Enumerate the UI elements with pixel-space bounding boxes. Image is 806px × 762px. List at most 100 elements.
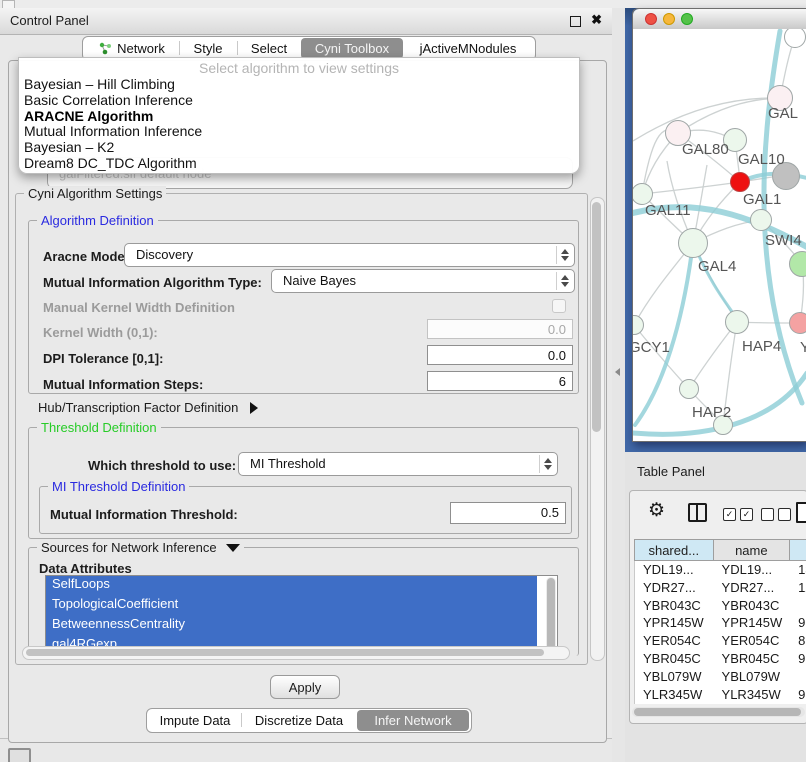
dropdown-item-selected[interactable]: ARACNE Algorithm [19, 108, 579, 124]
hub-definition-expander[interactable]: Hub/Transcription Factor Definition [38, 400, 258, 415]
close-window-icon[interactable] [645, 13, 657, 25]
manual-kernel-label: Manual Kernel Width Definition [43, 300, 235, 315]
top-strip [0, 0, 806, 8]
which-threshold-select[interactable]: MI Threshold [238, 452, 558, 476]
tab-select[interactable]: Select [237, 38, 301, 59]
network-node[interactable] [678, 228, 708, 258]
table-row[interactable]: YDR27...YDR27...12 [635, 579, 806, 597]
tab-cyni-toolbox[interactable]: Cyni Toolbox [301, 38, 403, 59]
sources-title: Sources for Network Inference [41, 540, 217, 555]
sources-group: Sources for Network Inference Data Attri… [28, 547, 579, 656]
aracne-mode-select[interactable]: Discovery [124, 243, 575, 267]
apply-button[interactable]: Apply [270, 675, 340, 699]
mi-threshold-group: MI Threshold Definition Mutual Informati… [39, 486, 572, 534]
kernel-width-field[interactable]: 0.0 [427, 319, 573, 339]
node-label: GAL1 [743, 191, 781, 208]
table-header-row: shared... name [634, 539, 806, 561]
divider-collapse-arrow-icon[interactable] [615, 368, 620, 376]
list-item[interactable]: TopologicalCoefficient [46, 596, 537, 616]
collapse-down-arrow-icon [226, 544, 240, 552]
dropdown-item[interactable]: Bayesian – K2 [19, 139, 579, 155]
tab-style[interactable]: Style [179, 38, 237, 59]
select-all-checkboxes-icon[interactable]: ✓✓ [723, 508, 753, 521]
which-threshold-label: Which threshold to use: [88, 458, 236, 473]
desktop-area: GAL GAL80 GAL10 GAL1 GAL11 GAL4 SWI4 GCY… [612, 8, 806, 762]
column-header-name[interactable]: name [714, 540, 791, 560]
list-vertical-scrollbar[interactable] [546, 577, 556, 655]
dpi-tolerance-field[interactable]: 0.0 [427, 345, 573, 365]
dropdown-placeholder: Select algorithm to view settings [19, 58, 579, 76]
mi-threshold-field[interactable]: 0.5 [450, 502, 566, 524]
data-attributes-label: Data Attributes [39, 561, 132, 576]
table-row[interactable]: YDL19...YDL19...13 [635, 561, 806, 579]
mi-type-value: Naive Bayes [283, 273, 356, 288]
spinner-arrows-icon [556, 272, 572, 290]
minimized-panel-icon[interactable] [8, 748, 31, 762]
threshold-definition-group: Threshold Definition Which threshold to … [28, 427, 579, 539]
dropdown-item[interactable]: Bayesian – Hill Climbing [19, 76, 579, 92]
settings-vertical-scrollbar[interactable] [590, 197, 605, 661]
mi-type-label: Mutual Information Algorithm Type: [43, 275, 262, 290]
network-node[interactable] [789, 312, 806, 334]
network-window-titlebar[interactable] [633, 9, 806, 30]
table-panel-area: Table Panel ⚙ ✓✓ shared... name [625, 452, 806, 762]
sources-collapse-toggle[interactable]: Sources for Network Inference [37, 540, 244, 555]
tab-jactivemnodules-label: jActiveMNodules [420, 41, 517, 56]
node-label: Y [800, 339, 806, 356]
tab-infer-network[interactable]: Infer Network [357, 710, 469, 731]
dpi-tolerance-label: DPI Tolerance [0,1]: [43, 351, 163, 366]
dropdown-item[interactable]: Dream8 DC_TDC Algorithm [19, 155, 579, 171]
column-header-shared[interactable]: shared... [635, 540, 714, 560]
tab-discretize-data-label: Discretize Data [255, 713, 343, 728]
table-row[interactable]: YER054CYER054C8. [635, 632, 806, 650]
dropdown-item[interactable]: Mutual Information Inference [19, 123, 579, 139]
tab-select-label: Select [251, 41, 287, 56]
tab-impute-data[interactable]: Impute Data [149, 710, 241, 731]
tab-network[interactable]: Network [85, 38, 179, 59]
mi-steps-field[interactable]: 6 [427, 371, 573, 391]
aracne-mode-label: Aracne Mode: [43, 249, 129, 264]
mi-threshold-group-title: MI Threshold Definition [48, 479, 189, 494]
tab-discretize-data[interactable]: Discretize Data [241, 710, 357, 731]
tab-style-label: Style [194, 41, 223, 56]
document-icon[interactable] [796, 502, 806, 523]
network-node[interactable] [725, 310, 749, 334]
columns-icon[interactable] [688, 503, 707, 522]
table-row[interactable]: YPR145WYPR145W9. [635, 614, 806, 632]
table-row[interactable]: YBL079WYBL079W [635, 668, 806, 686]
gear-icon[interactable]: ⚙ [648, 499, 665, 522]
list-item[interactable]: SelfLoops [46, 576, 537, 596]
close-panel-icon[interactable]: ✖ [591, 12, 602, 28]
float-panel-icon[interactable] [570, 16, 581, 27]
network-node[interactable] [750, 209, 772, 231]
network-node[interactable] [679, 379, 699, 399]
top-left-tab-sliver [2, 0, 15, 8]
list-item[interactable]: BetweennessCentrality [46, 616, 537, 636]
node-label: GAL4 [698, 258, 736, 275]
node-label: GCY1 [633, 339, 670, 356]
network-canvas[interactable]: GAL GAL80 GAL10 GAL1 GAL11 GAL4 SWI4 GCY… [633, 29, 806, 441]
table-body[interactable]: YDL19...YDL19...13 YDR27...YDR27...12 YB… [634, 561, 806, 704]
table-row[interactable]: YBR043CYBR043C [635, 597, 806, 615]
zoom-window-icon[interactable] [681, 13, 693, 25]
algorithm-dropdown-menu: Select algorithm to view settings Bayesi… [18, 57, 580, 174]
node-label: GAL10 [738, 151, 785, 168]
tab-network-label: Network [117, 41, 165, 56]
minimize-window-icon[interactable] [663, 13, 675, 25]
table-row[interactable]: YLR345WYLR345W9. [635, 686, 806, 704]
mi-type-select[interactable]: Naive Bayes [271, 269, 575, 293]
deselect-all-checkboxes-icon[interactable] [761, 508, 791, 521]
threshold-definition-title: Threshold Definition [37, 420, 161, 435]
table-panel-title: Table Panel [637, 464, 705, 479]
split-divider[interactable] [612, 8, 625, 762]
settings-horizontal-scrollbar[interactable] [22, 646, 570, 660]
table-row[interactable]: YBR045CYBR045C9. [635, 650, 806, 668]
network-node[interactable] [730, 172, 750, 192]
manual-kernel-checkbox[interactable] [552, 299, 566, 313]
table-horizontal-scrollbar[interactable] [632, 707, 805, 717]
column-header-extra[interactable] [790, 540, 806, 560]
mi-threshold-label: Mutual Information Threshold: [50, 507, 238, 522]
dropdown-item[interactable]: Basic Correlation Inference [19, 92, 579, 108]
tab-jactivemnodules[interactable]: jActiveMNodules [403, 38, 533, 59]
table-row[interactable]: YIL052CYIL052C9 [635, 703, 806, 704]
